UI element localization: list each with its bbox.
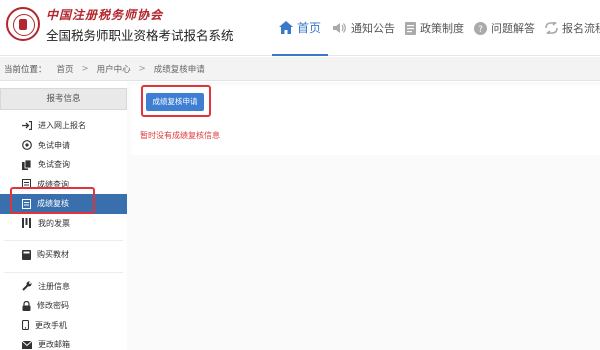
question-icon: ? (474, 21, 488, 35)
breadcrumb-user-center[interactable]: 用户中心 (97, 63, 131, 75)
nav-item-notices[interactable]: 通知公告 (328, 0, 400, 56)
sidebar-item-registration-info[interactable]: 注册信息 (0, 277, 127, 297)
breadcrumb-home[interactable]: 首页 (57, 63, 74, 75)
sidebar-item-label: 更改邮箱 (38, 340, 70, 350)
sidebar-divider (4, 233, 123, 241)
nav-item-faq[interactable]: ? 问题解答 (469, 0, 540, 56)
nav-label: 通知公告 (351, 22, 396, 35)
sidebar-item-buy-books[interactable]: 购买教材 (0, 245, 127, 265)
sidebar: 报考信息 进入网上报名 免试申请 免试查询 成绩查询 成绩复核 我的发票 购买教… (0, 88, 127, 350)
svg-text:?: ? (478, 25, 483, 35)
nav-item-policy[interactable]: 政策制度 (400, 0, 469, 56)
sidebar-header: 报考信息 (0, 88, 127, 110)
nav-label: 政策制度 (420, 22, 465, 35)
sidebar-item-label: 免试申请 (38, 140, 70, 150)
sidebar-item-label: 注册信息 (38, 281, 70, 291)
sidebar-item-label: 购买教材 (37, 250, 69, 260)
highlight-box-score-review (10, 187, 95, 214)
sidebar-item-label: 修改密码 (37, 301, 69, 311)
sidebar-item-change-email[interactable]: 更改邮箱 (0, 335, 127, 350)
sidebar-divider (4, 265, 123, 273)
empty-state-message: 暂时没有成绩复核信息 (140, 131, 220, 140)
nav-item-home[interactable]: 首页 (272, 0, 329, 56)
enter-icon (22, 121, 32, 131)
files-icon (22, 159, 32, 170)
breadcrumb: 当前位置： 首页 > 用户中心 > 成绩复核申请 (0, 57, 600, 81)
logo-seal-icon (6, 7, 40, 41)
breadcrumb-separator: > (138, 63, 146, 74)
flow-icon (545, 22, 558, 34)
sidebar-item-exemption-apply[interactable]: 免试申请 (0, 136, 127, 156)
sidebar-item-label: 我的发票 (38, 218, 70, 228)
invoice-icon (22, 218, 31, 229)
check-circle-icon (22, 140, 32, 151)
mail-icon (22, 340, 32, 349)
sidebar-item-exemption-query[interactable]: 免试查询 (0, 155, 127, 175)
nav-item-process[interactable]: 报名流程介绍 (540, 0, 600, 56)
nav-label: 首页 (297, 20, 322, 35)
book-icon (22, 249, 31, 260)
lock-icon (22, 300, 31, 311)
site-header: 中国注册税务师协会 全国税务师职业资格考试报名系统 首页 通知公告 政策制度 ?… (0, 0, 600, 56)
speaker-icon (333, 23, 346, 33)
sidebar-item-change-password[interactable]: 修改密码 (0, 296, 127, 316)
highlight-box-apply-button (141, 85, 211, 117)
breadcrumb-separator: > (81, 63, 89, 74)
top-nav: 首页 通知公告 政策制度 ? 问题解答 报名流程介绍 (272, 0, 600, 56)
breadcrumb-prefix: 当前位置： (4, 64, 47, 75)
brand-name: 中国注册税务师协会 (46, 8, 164, 22)
sidebar-item-label: 免试查询 (38, 160, 70, 170)
sidebar-item-online-registration[interactable]: 进入网上报名 (0, 116, 127, 136)
wrench-icon (22, 281, 32, 291)
sidebar-item-invoice[interactable]: 我的发票 (0, 214, 127, 234)
sidebar-item-label: 更改手机 (35, 320, 67, 330)
phone-icon (22, 320, 29, 331)
sidebar-item-change-phone[interactable]: 更改手机 (0, 316, 127, 336)
site-title: 全国税务师职业资格考试报名系统 (46, 28, 234, 43)
home-icon (279, 20, 293, 34)
nav-label: 报名流程介绍 (562, 22, 600, 35)
nav-label: 问题解答 (491, 22, 536, 35)
breadcrumb-current: 成绩复核申请 (153, 64, 205, 75)
sidebar-item-label: 进入网上报名 (38, 121, 86, 131)
document-icon (405, 21, 417, 35)
